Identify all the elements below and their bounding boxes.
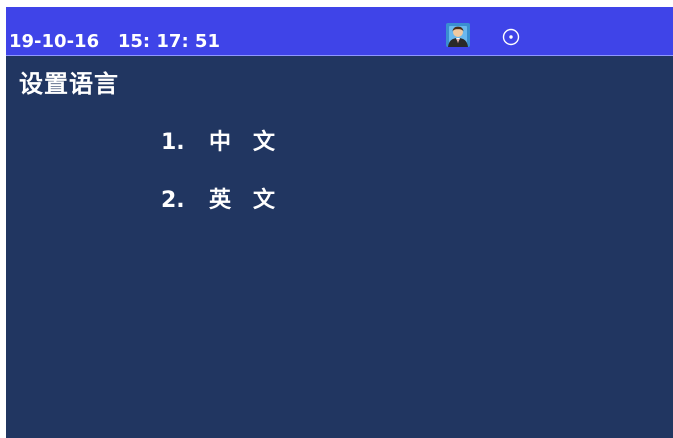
clock-icon[interactable]: [502, 28, 520, 46]
menu-item-english[interactable]: 2. 英文: [161, 186, 297, 216]
menu-item-number: 2.: [161, 188, 185, 213]
status-divider: [6, 55, 673, 56]
page-title: 设置语言: [19, 70, 119, 98]
menu-item-chinese[interactable]: 1. 中文: [161, 128, 297, 158]
device-screen: 19-10-16 15: 17: 51 设置语言 1. 中文 2. 英文: [6, 7, 673, 438]
menu-item-label: 英文: [209, 188, 298, 213]
menu-item-number: 1.: [161, 130, 185, 155]
user-avatar-icon[interactable]: [446, 23, 470, 47]
menu-item-label: 中文: [209, 130, 298, 155]
status-bar: 19-10-16 15: 17: 51: [6, 7, 673, 55]
datetime-display: 19-10-16 15: 17: 51: [9, 31, 220, 52]
